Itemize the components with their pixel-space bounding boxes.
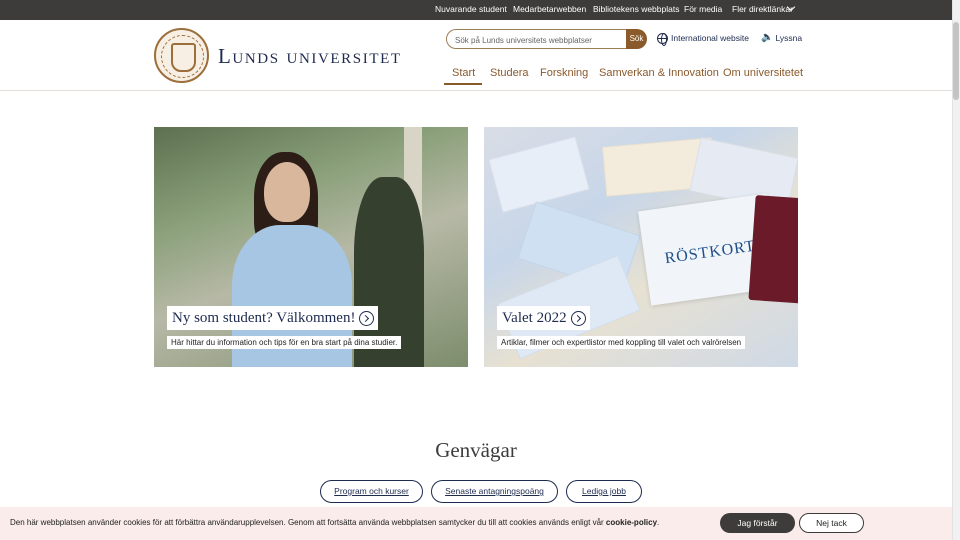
card-title: Valet 2022 [502,309,567,326]
shortcuts-heading: Genvägar [435,438,517,462]
nav-forskning[interactable]: Forskning [540,67,588,79]
card-image-envelope [488,136,590,213]
nav-active-indicator [444,83,482,85]
shortcut-admission-scores[interactable]: Senaste antagningspoäng [431,480,558,503]
search-input[interactable] [447,31,627,50]
card-image-face [264,162,310,222]
card-title-link[interactable]: Ny som student? Välkommen! [167,306,379,330]
card-subtitle: Här hittar du information och tips för e… [167,336,402,349]
nav-studera[interactable]: Studera [490,67,529,79]
shortcut-program-courses[interactable]: Program och kurser [320,480,423,503]
card-title-link[interactable]: Valet 2022 [497,306,590,330]
nav-om-universitetet[interactable]: Om universitetet [723,67,803,79]
nav-start[interactable]: Start [452,67,475,79]
page-scrollbar[interactable] [952,0,960,540]
topbar-link-media[interactable]: För media [684,4,722,14]
search-button[interactable]: Sök [626,29,647,49]
cookie-decline-button[interactable]: Nej tack [799,513,864,533]
site-header: Lunds universitet Sök International webs… [0,20,952,91]
arrow-right-circle-icon [359,310,375,326]
listen-link[interactable]: 🔈 Lyssna [761,31,802,45]
arrow-right-circle-icon [570,310,586,326]
scrollbar-thumb[interactable] [953,22,959,100]
card-image-passport [748,195,798,304]
cookie-policy-link[interactable]: cookie-policy [606,518,657,527]
topbar-link-staff-web[interactable]: Medarbetarwebben [513,4,586,14]
shortcut-jobs[interactable]: Lediga jobb [566,480,642,503]
international-website-label: International website [671,33,749,43]
top-utility-bar: Nuvarande student Medarbetarwebben Bibli… [0,0,952,20]
listen-label: Lyssna [775,33,803,43]
university-seal[interactable] [154,28,209,83]
search-box [446,29,627,50]
cookie-text: Den här webbplatsen använder cookies för… [10,518,660,527]
international-website-link[interactable]: International website [657,31,749,46]
topbar-link-current-student[interactable]: Nuvarande student [435,4,507,14]
card-subtitle: Artiklar, filmer och expertlistor med ko… [497,336,746,349]
cookie-accept-button[interactable]: Jag förstår [720,513,795,533]
university-wordmark[interactable]: Lunds universitet [218,44,402,69]
topbar-link-more-shortcuts[interactable]: Fler direktlänkar [732,4,793,14]
cookie-banner: Den här webbplatsen använder cookies för… [0,507,952,540]
card-title: Ny som student? Välkommen! [172,309,356,326]
hero-card-election[interactable]: RÖSTKORT Valet 2022 Artiklar, filmer och… [484,127,798,367]
nav-samverkan-innovation[interactable]: Samverkan & Innovation [599,67,719,79]
globe-icon [657,32,668,46]
speaker-icon: 🔈 [761,32,774,43]
hero-card-new-student[interactable]: Ny som student? Välkommen! Här hittar du… [154,127,468,367]
topbar-link-library[interactable]: Bibliotekens webbplats [593,4,679,14]
